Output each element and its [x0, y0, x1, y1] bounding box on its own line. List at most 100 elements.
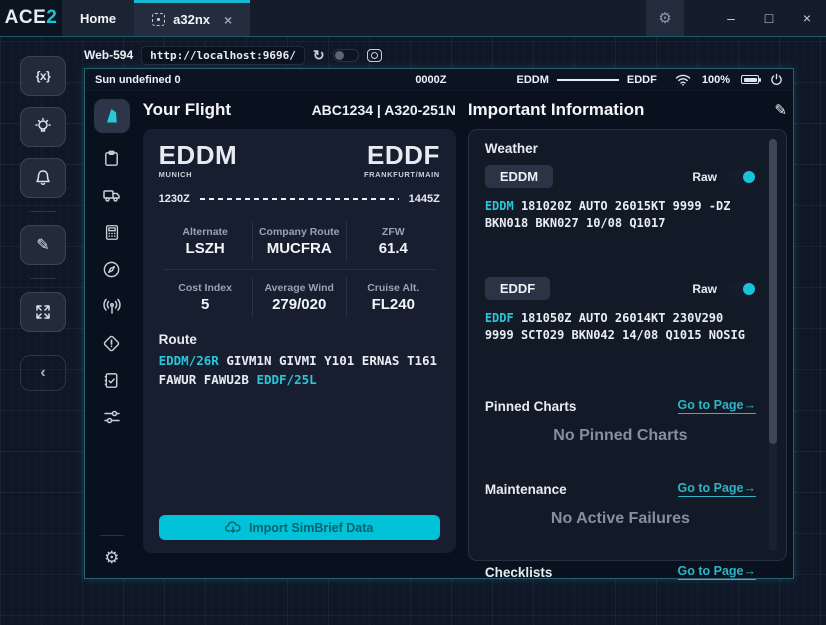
pencil-icon: ✎: [36, 235, 49, 255]
info-cell-cruise-alt: Cruise Alt. FL240: [346, 277, 440, 318]
info-grid-divider: [163, 269, 436, 270]
important-info-panel: Important Information ✎ Weather EDDM Raw…: [468, 97, 787, 578]
statusbar-destination: EDDF: [627, 74, 657, 86]
flight-card-spacer: [159, 390, 440, 516]
expand-icon: [33, 302, 53, 322]
statusbar-date: Sun undefined 0: [95, 74, 415, 86]
import-simbrief-label: Import SimBrief Data: [249, 521, 373, 535]
sidebar-item-performance[interactable]: [103, 220, 121, 244]
compass-icon: [102, 260, 121, 279]
arrival-time: 1445Z: [409, 193, 440, 205]
raw-toggle[interactable]: [726, 169, 756, 184]
callsign-aircraft-type: ABC1234 | A320-251N: [312, 102, 456, 118]
pinned-charts-link[interactable]: Go to Page→: [678, 398, 756, 414]
info-cell-alternate: Alternate LSZH: [159, 221, 252, 262]
weather-station-row: EDDM Raw: [485, 165, 756, 188]
sidebar-item-ground[interactable]: [102, 183, 122, 207]
tab-a32nx[interactable]: a32nx ×: [134, 0, 250, 36]
toggle-knob: [743, 283, 755, 295]
info-label: Cost Index: [161, 282, 250, 294]
checklists-row: Checklists Go to Page→: [485, 564, 756, 580]
flight-dashed-line: [200, 198, 399, 201]
your-flight-panel: Your Flight ABC1234 | A320-251N EDDM MUN…: [143, 97, 456, 578]
sidebar-item-dashboard[interactable]: [94, 99, 130, 133]
departure-icao: EDDM: [159, 142, 238, 168]
window-close-button[interactable]: ×: [788, 0, 826, 36]
variables-button[interactable]: {x}: [20, 56, 66, 96]
tab-home[interactable]: Home: [62, 0, 134, 36]
route-departure-runway: EDDM/26R: [159, 353, 227, 368]
sidebar-item-failures[interactable]: [102, 331, 121, 355]
important-info-header: Important Information ✎: [468, 99, 787, 121]
metar-body: 181050Z AUTO 26014KT 230V290 9999 SCT029…: [485, 311, 745, 342]
maintenance-link[interactable]: Go to Page→: [678, 481, 756, 497]
station-chip-eddf[interactable]: EDDF: [485, 277, 550, 300]
efb-content: ⚙ Your Flight ABC1234 | A320-251N EDDM M…: [85, 91, 793, 578]
weather-station-row: EDDF Raw: [485, 277, 756, 300]
cloud-download-icon: [225, 521, 241, 534]
route-progress-line: [557, 79, 619, 81]
metar-station-code: EDDF: [485, 311, 514, 325]
titlebar: ACE2 Home a32nx × ⚙ – □ ×: [0, 0, 826, 37]
window-maximize-button[interactable]: □: [750, 0, 788, 36]
efb-statusbar: Sun undefined 0 0000Z EDDM EDDF 100%: [85, 69, 793, 91]
tab-home-label: Home: [80, 11, 116, 26]
route-label: Route: [159, 332, 440, 347]
refresh-icon[interactable]: ↻: [313, 48, 325, 62]
info-value: MUCFRA: [255, 240, 344, 257]
route-arrival-runway: EDDF/25L: [256, 372, 316, 387]
info-value: FL240: [349, 296, 438, 313]
statusbar-time: 0000Z: [415, 74, 446, 86]
toggle-knob: [743, 171, 755, 183]
metar-station-code: EDDM: [485, 199, 514, 213]
info-cell-zfw: ZFW 61.4: [346, 221, 440, 262]
devtools-toggle[interactable]: [333, 49, 359, 62]
raw-toggle-group: Raw: [692, 281, 756, 296]
sidebar-item-settings[interactable]: ⚙: [104, 548, 119, 568]
url-input[interactable]: http://localhost:9696/: [141, 46, 305, 65]
station-chip-eddm[interactable]: EDDM: [485, 165, 553, 188]
fullscreen-button[interactable]: [20, 292, 66, 332]
antenna-icon: [102, 296, 122, 316]
airports-row: EDDM MUNICH EDDF FRANKFURT/MAIN: [159, 142, 440, 179]
info-row: Alternate LSZH Company Route MUCFRA ZFW …: [159, 221, 440, 262]
toggle-knob: [335, 51, 344, 60]
raw-toggle[interactable]: [726, 281, 756, 296]
arrival-icao: EDDF: [364, 142, 440, 168]
gear-icon: ⚙: [104, 548, 119, 567]
checklists-link[interactable]: Go to Page→: [678, 564, 756, 580]
info-scrollbar[interactable]: [769, 139, 777, 551]
sidebar-item-dispatch[interactable]: [102, 146, 121, 170]
app-logo-text: ACE: [5, 7, 47, 29]
power-icon[interactable]: [770, 73, 783, 86]
settings-gear-icon[interactable]: ⚙: [646, 0, 684, 36]
edit-button[interactable]: ✎: [20, 225, 66, 265]
titlebar-spacer: [250, 0, 646, 36]
schedule-row: 1230Z 1445Z: [159, 193, 440, 205]
screenshot-icon[interactable]: [367, 49, 382, 62]
arrival-airport: EDDF FRANKFURT/MAIN: [364, 142, 440, 179]
tab-close-icon[interactable]: ×: [224, 12, 232, 28]
edit-pencil-icon[interactable]: ✎: [774, 101, 787, 119]
lightbulb-icon: [33, 117, 53, 137]
departure-time: 1230Z: [159, 193, 190, 205]
sliders-icon: [102, 407, 122, 427]
info-value: LSZH: [161, 240, 250, 257]
clipboard-icon: [102, 149, 121, 168]
lighting-button[interactable]: [20, 107, 66, 147]
pinned-charts-empty: No Pinned Charts: [485, 427, 756, 445]
sidebar-item-navigation[interactable]: [102, 257, 121, 281]
chevron-left-icon: ‹: [40, 364, 45, 382]
sidebar-item-atc[interactable]: [102, 294, 122, 318]
info-cell-average-wind: Average Wind 279/020: [252, 277, 346, 318]
info-value: 5: [161, 296, 250, 313]
flight-info-grid: Alternate LSZH Company Route MUCFRA ZFW …: [159, 221, 440, 318]
window-minimize-button[interactable]: –: [712, 0, 750, 36]
sidebar-item-presets[interactable]: [102, 405, 122, 429]
import-simbrief-button[interactable]: Import SimBrief Data: [159, 515, 440, 540]
scrollbar-thumb[interactable]: [769, 139, 777, 444]
collapse-rail-button[interactable]: ‹: [20, 355, 66, 391]
notifications-button[interactable]: [20, 158, 66, 198]
departure-city: MUNICH: [159, 170, 238, 179]
sidebar-item-checklists[interactable]: [102, 368, 121, 392]
